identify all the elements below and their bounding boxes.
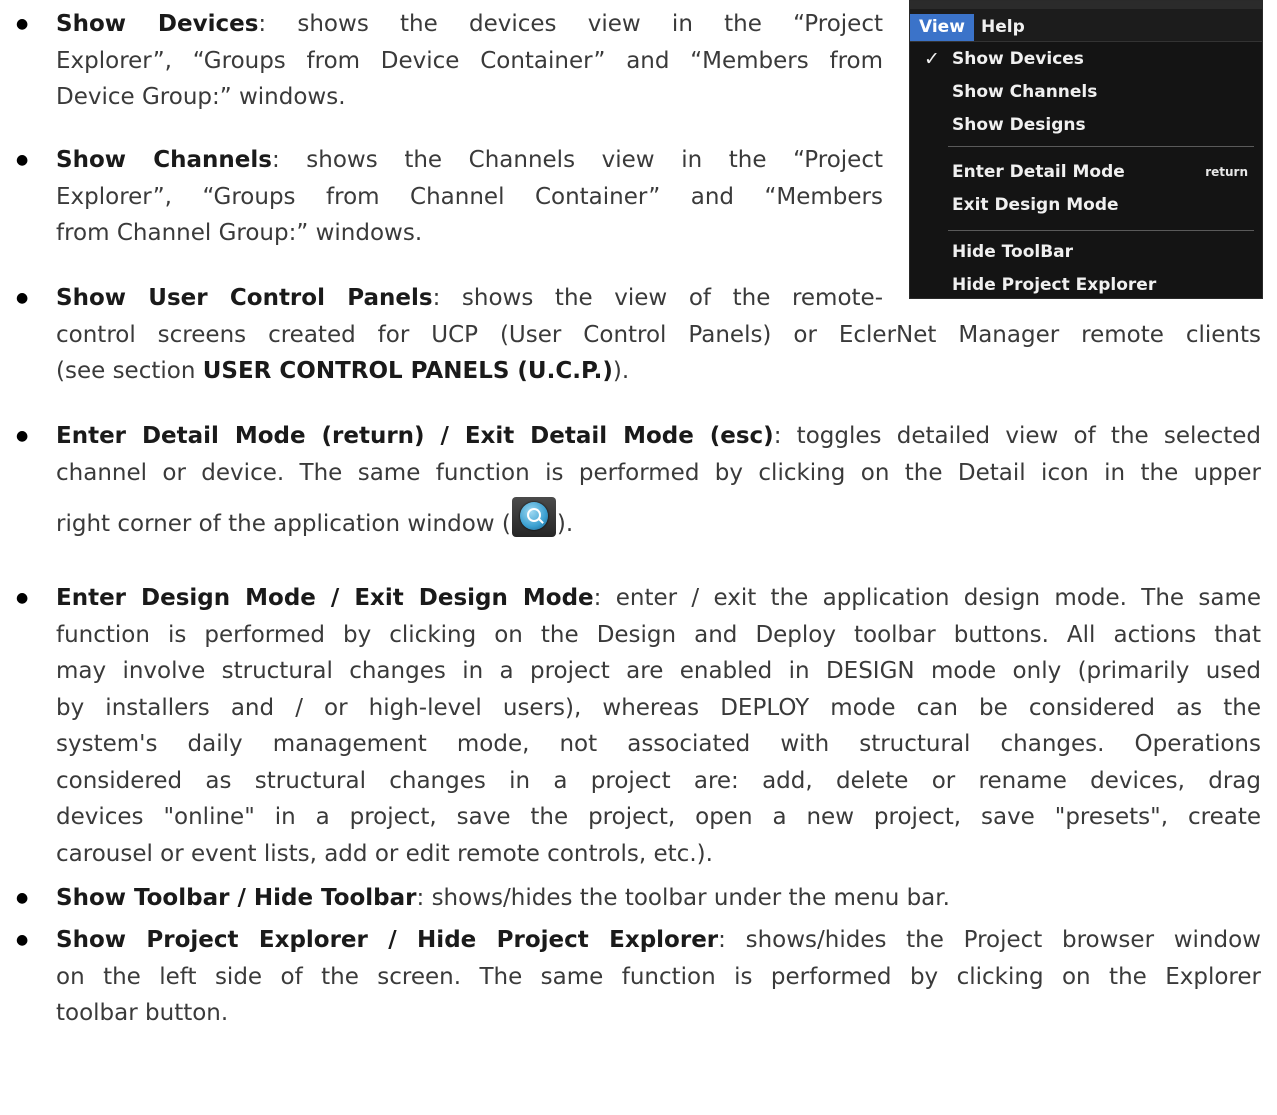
- bullet-item-design-mode: ● Enter Design Mode / Exit Design Mode: …: [16, 580, 1261, 872]
- menu-item-label: Exit Design Mode: [952, 195, 1119, 215]
- checkmark-icon: ✓: [924, 48, 940, 70]
- menu-item-show-devices[interactable]: ✓ Show Devices: [910, 44, 1262, 74]
- text: (see section: [56, 358, 203, 384]
- menu-item-label: Hide ToolBar: [952, 242, 1074, 262]
- text-line: right corner of the application window (…: [56, 497, 1261, 543]
- text-line: Enter Detail Mode (return) / Exit Detail…: [56, 418, 1261, 455]
- text-line: carousel or event lists, add or edit rem…: [56, 840, 713, 867]
- term: Enter Detail Mode (return) / Exit Detail…: [56, 423, 774, 449]
- menu-item-enter-detail-mode[interactable]: Enter Detail Mode return: [910, 157, 1262, 187]
- text-line: Explorer”, “Groups from Channel Containe…: [56, 183, 883, 210]
- text-line: on the left side of the screen. The same…: [56, 963, 1261, 990]
- bullet-icon: ●: [16, 16, 29, 32]
- document-page: View Help ✓ Show Devices Show Channels S…: [0, 0, 1277, 1115]
- text-line: control screens created for UCP (User Co…: [56, 321, 1261, 348]
- bullet-item-show-devices: ● Show Devices: shows the devices view i…: [16, 6, 883, 116]
- text-line: from Channel Group:” windows.: [56, 220, 423, 246]
- text-line: Show Project Explorer / Hide Project Exp…: [56, 922, 1261, 959]
- menu-title-help[interactable]: Help: [972, 14, 1034, 41]
- menu-item-hide-toolbar[interactable]: Hide ToolBar: [910, 237, 1262, 267]
- description: : shows/hides the toolbar under the menu…: [416, 885, 950, 911]
- menu-item-label: Show Designs: [952, 115, 1086, 135]
- text-line: Show Toolbar / Hide Toolbar: shows/hides…: [56, 880, 1261, 917]
- description: : toggles detailed view of the selected: [773, 423, 1261, 449]
- menu-separator: [948, 146, 1254, 147]
- description: : enter / exit the application design mo…: [593, 585, 1261, 611]
- menu-bar-strip: [910, 1, 1262, 9]
- bullet-item-detail-mode: ● Enter Detail Mode (return) / Exit Deta…: [16, 418, 1261, 543]
- text-line: considered as structural changes in a pr…: [56, 767, 1261, 794]
- text-line: may involve structural changes in a proj…: [56, 658, 1261, 684]
- term: Show Toolbar / Hide Toolbar: [56, 885, 417, 911]
- text-line: devices "online" in a project, save the …: [56, 804, 1261, 830]
- text-line: system's daily management mode, not asso…: [56, 731, 1261, 757]
- view-menu-screenshot: View Help ✓ Show Devices Show Channels S…: [909, 0, 1263, 299]
- menu-item-exit-design-mode[interactable]: Exit Design Mode: [910, 190, 1262, 220]
- bullet-item-toolbar: ● Show Toolbar / Hide Toolbar: shows/hid…: [16, 880, 1261, 917]
- bullet-item-show-channels: ● Show Channels: shows the Channels view…: [16, 142, 883, 252]
- text-line: (see section USER CONTROL PANELS (U.C.P.…: [56, 353, 1261, 390]
- bullet-icon: ●: [16, 932, 29, 948]
- menu-item-label: Enter Detail Mode: [952, 162, 1125, 182]
- menu-shortcut: return: [1205, 165, 1248, 179]
- text: ).: [612, 358, 630, 384]
- text-line: channel or device. The same function is …: [56, 459, 1261, 486]
- bullet-icon: ●: [16, 152, 29, 168]
- term: Show Channels: [56, 147, 272, 173]
- bullet-item-project-explorer: ● Show Project Explorer / Hide Project E…: [16, 922, 1261, 1032]
- menu-item-show-designs[interactable]: Show Designs: [910, 110, 1262, 140]
- menu-item-label: Show Devices: [952, 49, 1084, 69]
- text-line: Show Devices: shows the devices view in …: [56, 6, 883, 43]
- text: ).: [556, 511, 574, 537]
- term: Show Project Explorer / Hide Project Exp…: [56, 927, 719, 953]
- text-line: toolbar button.: [56, 1000, 229, 1026]
- text-line: Explorer”, “Groups from Device Container…: [56, 47, 883, 74]
- text-line: Device Group:” windows.: [56, 84, 346, 110]
- section-reference: USER CONTROL PANELS (U.C.P.): [202, 358, 613, 384]
- text-line: Show Channels: shows the Channels view i…: [56, 142, 883, 179]
- text-line: Enter Design Mode / Exit Design Mode: en…: [56, 580, 1261, 617]
- detail-magnifier-icon: [511, 497, 556, 537]
- bullet-icon: ●: [16, 590, 29, 606]
- menu-separator: [948, 230, 1254, 231]
- text-line: Show User Control Panels: shows the view…: [56, 280, 883, 317]
- menu-item-show-channels[interactable]: Show Channels: [910, 77, 1262, 107]
- text: right corner of the application window (: [56, 511, 511, 537]
- term: Show Devices: [56, 11, 259, 37]
- bullet-icon: ●: [16, 890, 29, 906]
- bullet-item-show-user-control-panels: ● Show User Control Panels: shows the vi…: [16, 280, 1261, 390]
- menu-item-label: Show Channels: [952, 82, 1098, 102]
- menu-bar: View Help: [910, 1, 1262, 42]
- text-line: function is performed by clicking on the…: [56, 621, 1261, 648]
- bullet-icon: ●: [16, 428, 29, 444]
- description: : shows/hides the Project browser window: [718, 927, 1261, 953]
- bullet-icon: ●: [16, 290, 29, 306]
- description: : shows the Channels view in the “Projec…: [271, 147, 883, 173]
- term: Enter Design Mode / Exit Design Mode: [56, 585, 594, 611]
- description: : shows the view of the remote-: [432, 285, 883, 311]
- description: : shows the devices view in the “Project: [258, 11, 883, 37]
- menu-title-view[interactable]: View: [910, 14, 974, 41]
- text-line: by installers and / or high-level users)…: [56, 694, 1261, 721]
- term: Show User Control Panels: [56, 285, 433, 311]
